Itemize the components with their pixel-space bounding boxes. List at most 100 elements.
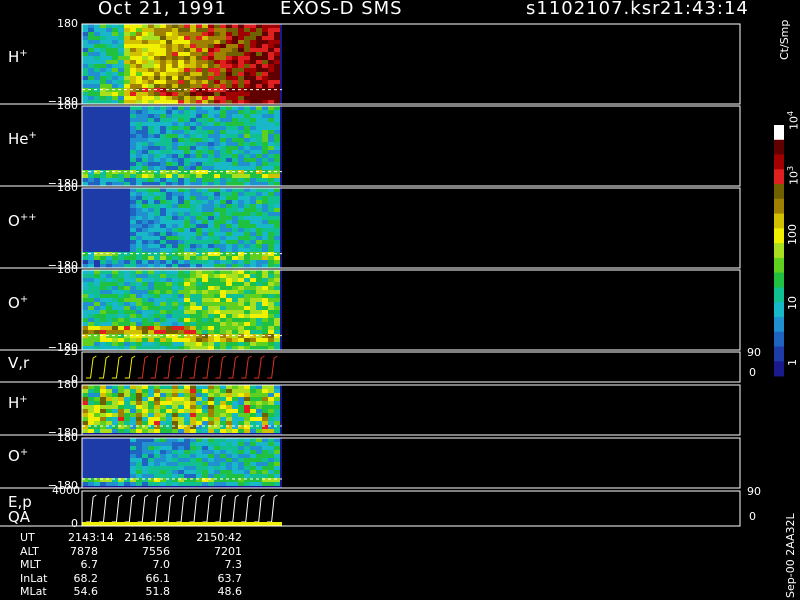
spectrogram-cell	[130, 462, 136, 466]
spectrogram-cell	[196, 385, 202, 389]
spectrogram-cell	[250, 442, 256, 446]
spectrogram-cell	[208, 298, 214, 302]
spectrogram-cell	[184, 28, 190, 32]
spectrogram-cell	[202, 92, 208, 96]
spectrogram-cell	[88, 482, 94, 486]
spectrogram-cell	[94, 118, 100, 122]
spectrogram-cell	[244, 248, 250, 252]
spectrogram-cell	[178, 322, 184, 326]
spectrogram-cell	[100, 278, 106, 282]
spectrogram-cell	[94, 244, 100, 248]
spectrogram-cell	[94, 397, 100, 401]
spectrogram-cell	[190, 68, 196, 72]
spectrogram-cell	[232, 114, 238, 118]
spectrogram-cell	[148, 264, 154, 268]
spectrogram-cell	[196, 318, 202, 322]
spectrogram-cell	[112, 326, 118, 330]
spectrogram-cell	[82, 450, 88, 454]
spectrogram-cell	[256, 60, 262, 64]
spectrogram-cell	[184, 260, 190, 264]
spectrogram-cell	[124, 44, 130, 48]
spectrogram-cell	[208, 244, 214, 248]
spectrogram-cell	[214, 80, 220, 84]
spectrogram-cell	[256, 122, 262, 126]
spectrogram-cell	[208, 114, 214, 118]
spectrogram-cell	[124, 409, 130, 413]
spectrogram-cell	[268, 409, 274, 413]
spectrogram-cell	[214, 385, 220, 389]
spectrogram-cell	[190, 48, 196, 52]
spectrogram-cell	[268, 298, 274, 302]
spectrogram-cell	[142, 306, 148, 310]
spectrogram-cell	[202, 48, 208, 52]
spectrogram-cell	[178, 274, 184, 278]
spectrogram-cell	[106, 142, 112, 146]
spectrogram-cell	[148, 470, 154, 474]
spectrogram-cell	[268, 442, 274, 446]
spectrogram-cell	[172, 204, 178, 208]
spectrogram-cell	[130, 482, 136, 486]
spectrogram-cell	[250, 318, 256, 322]
spectrogram-cell	[82, 330, 88, 334]
spectrogram-cell	[250, 220, 256, 224]
spectrogram-cell	[208, 200, 214, 204]
colorbar-unit-label: Ct/Smp	[778, 19, 791, 60]
spectrogram-cell	[160, 224, 166, 228]
spectrogram-cell	[148, 306, 154, 310]
spectrogram-cell	[274, 302, 280, 306]
spectrogram-cell	[214, 166, 220, 170]
spectrogram-cell	[172, 306, 178, 310]
spectrogram-cell	[268, 413, 274, 417]
spectrogram-cell	[238, 450, 244, 454]
spectrogram-cell	[94, 166, 100, 170]
spectrogram-cell	[94, 270, 100, 274]
spectrogram-cell	[106, 166, 112, 170]
spectrogram-cell	[100, 228, 106, 232]
spectrogram-cell	[274, 236, 280, 240]
spectrogram-cell	[136, 72, 142, 76]
spectrogram-cell	[214, 52, 220, 56]
spectrogram-cell	[268, 96, 274, 100]
spectrogram-cell	[106, 454, 112, 458]
spectrogram-cell	[184, 48, 190, 52]
spectrogram-cell	[250, 150, 256, 154]
spectrogram-cell	[274, 314, 280, 318]
spectrogram-cell	[250, 52, 256, 56]
spectrogram-cell	[88, 118, 94, 122]
spectrogram-cell	[208, 28, 214, 32]
spectrogram-cell	[100, 40, 106, 44]
spectrogram-cell	[232, 72, 238, 76]
spectrogram-cell	[184, 270, 190, 274]
spectrogram-cell	[196, 278, 202, 282]
spectrogram-cell	[142, 192, 148, 196]
spectrogram-cell	[94, 429, 100, 433]
spectrogram-cell	[244, 174, 250, 178]
spectrogram-cell	[250, 178, 256, 182]
spectrogram-cell	[256, 342, 262, 346]
spectrogram-cell	[142, 429, 148, 433]
spectrogram-cell	[220, 421, 226, 425]
spectrogram-cell	[178, 450, 184, 454]
spectrogram-cell	[190, 200, 196, 204]
spectrogram-cell	[220, 298, 226, 302]
spectrogram-cell	[112, 466, 118, 470]
spectrogram-cell	[112, 282, 118, 286]
spectrogram-cell	[214, 146, 220, 150]
spectrogram-cell	[220, 236, 226, 240]
spectrogram-cell	[82, 48, 88, 52]
spectrogram-cell	[160, 302, 166, 306]
spectrogram-cell	[118, 342, 124, 346]
spectrogram-cell	[118, 470, 124, 474]
spectrogram-cell	[100, 302, 106, 306]
spectrogram-cell	[148, 260, 154, 264]
spectrogram-cell	[190, 178, 196, 182]
spectrogram-cell	[160, 122, 166, 126]
spectrogram-cell	[154, 482, 160, 486]
spectrogram-cell	[220, 314, 226, 318]
spectrogram-cell	[262, 150, 268, 154]
spectrogram-cell	[232, 24, 238, 28]
spectrogram-cell	[190, 298, 196, 302]
spectrogram-cell	[118, 397, 124, 401]
spectrogram-cell	[214, 122, 220, 126]
spectrogram-cell	[100, 482, 106, 486]
